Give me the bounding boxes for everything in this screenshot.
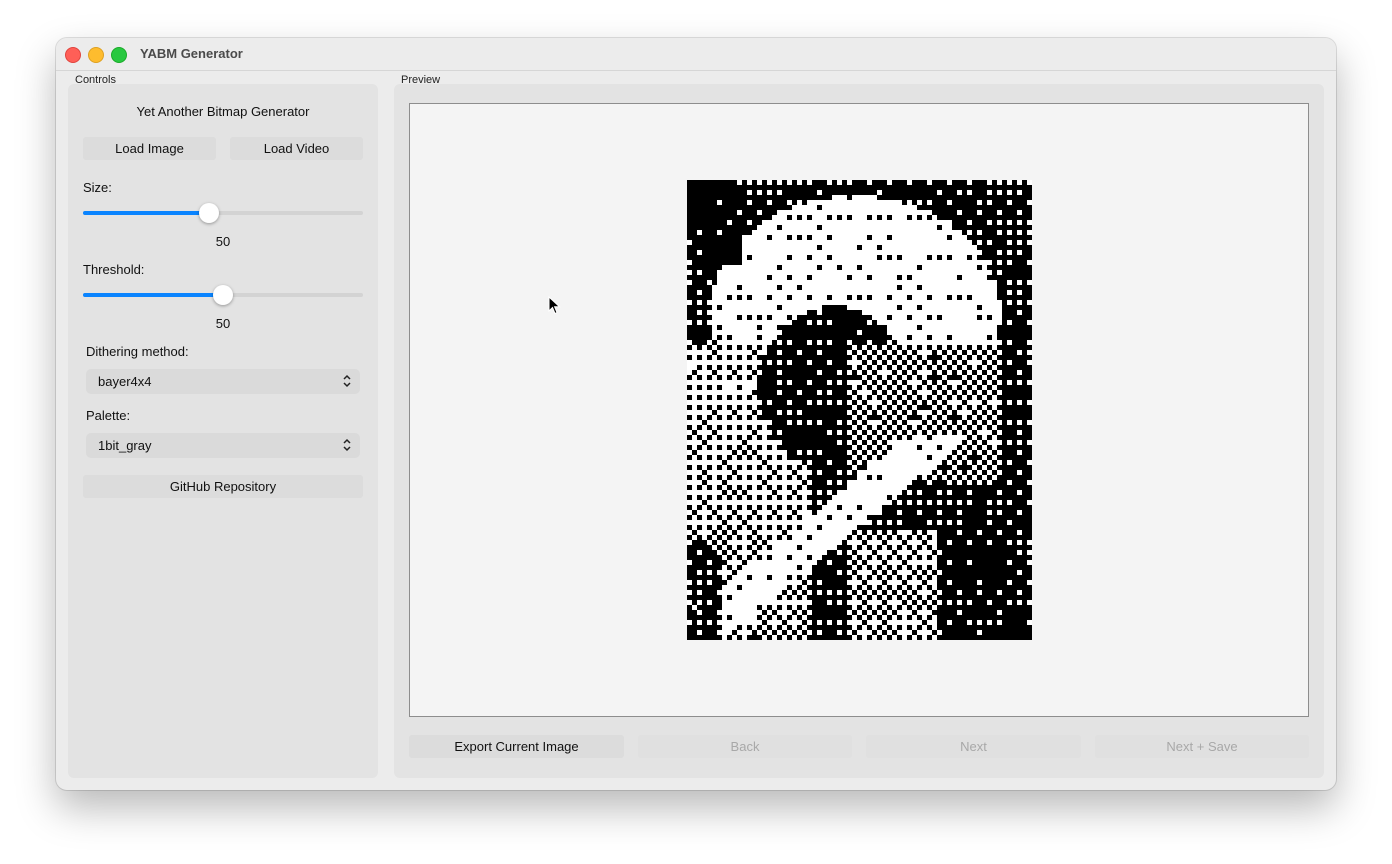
palette-select-value: 1bit_gray <box>98 438 152 453</box>
size-label: Size: <box>83 180 112 195</box>
export-current-image-button[interactable]: Export Current Image <box>409 735 624 758</box>
app-window: YABM Generator Controls Preview Yet Anot… <box>56 38 1336 790</box>
threshold-slider[interactable] <box>83 285 363 305</box>
up-down-chevron-icon <box>343 374 351 388</box>
load-video-button[interactable]: Load Video <box>230 137 363 160</box>
load-image-button[interactable]: Load Image <box>83 137 216 160</box>
app-heading: Yet Another Bitmap Generator <box>136 104 310 119</box>
size-slider-thumb[interactable] <box>199 203 219 223</box>
dithering-label: Dithering method: <box>86 344 189 359</box>
preview-panel: Export Current Image Back Next Next + Sa… <box>394 84 1324 778</box>
size-slider-fill <box>83 211 209 215</box>
close-window-button[interactable] <box>65 47 81 63</box>
threshold-slider-fill <box>83 293 223 297</box>
minimize-window-button[interactable] <box>88 47 104 63</box>
mouse-pointer-icon <box>548 296 561 315</box>
controls-panel: Yet Another Bitmap Generator Load Image … <box>68 84 378 778</box>
github-repository-button[interactable]: GitHub Repository <box>83 475 363 498</box>
next-button: Next <box>866 735 1081 758</box>
threshold-label: Threshold: <box>83 262 145 277</box>
palette-select[interactable]: 1bit_gray <box>86 433 360 458</box>
preview-canvas <box>409 103 1309 717</box>
dithering-select-value: bayer4x4 <box>98 374 152 389</box>
back-button: Back <box>638 735 852 758</box>
size-value: 50 <box>215 234 231 249</box>
next-save-button: Next + Save <box>1095 735 1309 758</box>
title-bar[interactable]: YABM Generator <box>56 38 1336 71</box>
size-slider[interactable] <box>83 203 363 223</box>
window-title: YABM Generator <box>140 46 243 61</box>
threshold-slider-thumb[interactable] <box>213 285 233 305</box>
zoom-window-button[interactable] <box>111 47 127 63</box>
palette-label: Palette: <box>86 408 131 423</box>
dithering-select[interactable]: bayer4x4 <box>86 369 360 394</box>
dithered-bitmap-image <box>687 180 1032 640</box>
up-down-chevron-icon <box>343 438 351 452</box>
threshold-value: 50 <box>215 316 231 331</box>
